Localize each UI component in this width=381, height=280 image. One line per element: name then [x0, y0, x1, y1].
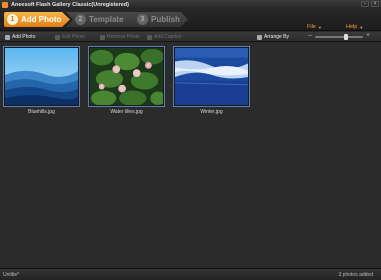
- arrange-by-button[interactable]: Arrange By: [257, 33, 289, 41]
- remove-photo-button[interactable]: Remove Photo: [100, 33, 140, 41]
- photo-item[interactable]: Winter.jpg: [173, 46, 250, 118]
- photo-count: 3 photos added: [338, 271, 373, 278]
- water-lilies-image: [88, 46, 165, 107]
- edit-photo-button[interactable]: Edit Photo: [55, 33, 85, 41]
- add-caption-button[interactable]: Add Caption: [147, 33, 182, 41]
- step-label: Add Photo: [21, 15, 62, 24]
- chevron-down-icon: ▼: [317, 24, 322, 30]
- step-number: 3: [137, 14, 148, 25]
- arrange-icon: [257, 34, 262, 40]
- app-logo-icon: [2, 1, 8, 8]
- photo-grid: Bluehills.jpg Water lilies.jpg Winter.jp…: [0, 43, 381, 267]
- arrange-by-label: Arrange By: [264, 34, 290, 40]
- caption-icon: [147, 34, 152, 40]
- add-caption-label: Add Caption: [154, 34, 182, 40]
- step-label: Publish: [151, 15, 180, 24]
- zoom-out-icon[interactable]: –: [308, 32, 312, 39]
- zoom-slider[interactable]: [315, 34, 363, 40]
- step-label: Template: [89, 15, 124, 24]
- tab-publish[interactable]: 3 Publish: [128, 12, 188, 27]
- winter-image: [173, 46, 250, 107]
- zoom-in-icon[interactable]: +: [366, 32, 370, 39]
- add-photo-icon: [5, 34, 10, 40]
- minimize-icon[interactable]: –: [361, 1, 369, 7]
- photo-caption: Water lilies.jpg: [110, 109, 143, 115]
- chevron-down-icon: ▼: [359, 24, 364, 30]
- title-bar: Aneesoft Flash Gallery Classic(Unregiste…: [0, 0, 381, 9]
- status-bar: Untitle* 3 photos added: [0, 268, 381, 280]
- edit-photo-label: Edit Photo: [62, 34, 86, 40]
- step-number: 1: [7, 14, 18, 25]
- help-menu[interactable]: Help ▼: [346, 24, 363, 30]
- add-photo-label: Add Photo: [12, 34, 36, 40]
- step-bar: 1 Add Photo 2 Template 3 Publish File ▼ …: [0, 9, 381, 31]
- remove-icon: [100, 34, 105, 40]
- edit-icon: [55, 34, 60, 40]
- photo-caption: Winter.jpg: [200, 109, 223, 115]
- slider-handle[interactable]: [343, 34, 348, 40]
- tab-template[interactable]: 2 Template: [66, 12, 136, 27]
- close-icon[interactable]: ×: [371, 1, 379, 7]
- toolbar: Add Photo Edit Photo Remove Photo Add Ca…: [0, 32, 381, 42]
- help-menu-label: Help: [346, 24, 358, 30]
- project-name: Untitle*: [3, 271, 20, 278]
- photo-caption: Bluehills.jpg: [28, 109, 55, 115]
- remove-photo-label: Remove Photo: [107, 34, 141, 40]
- blue-hills-image: [3, 46, 80, 107]
- window-title: Aneesoft Flash Gallery Classic(Unregiste…: [11, 1, 129, 8]
- photo-item[interactable]: Water lilies.jpg: [88, 46, 165, 118]
- photo-item[interactable]: Bluehills.jpg: [3, 46, 80, 118]
- file-menu-label: File: [307, 24, 316, 30]
- add-photo-button[interactable]: Add Photo: [5, 33, 35, 41]
- window-controls: – ×: [361, 1, 379, 7]
- file-menu[interactable]: File ▼: [307, 24, 322, 30]
- step-number: 2: [75, 14, 86, 25]
- tab-add-photo[interactable]: 1 Add Photo: [4, 12, 70, 27]
